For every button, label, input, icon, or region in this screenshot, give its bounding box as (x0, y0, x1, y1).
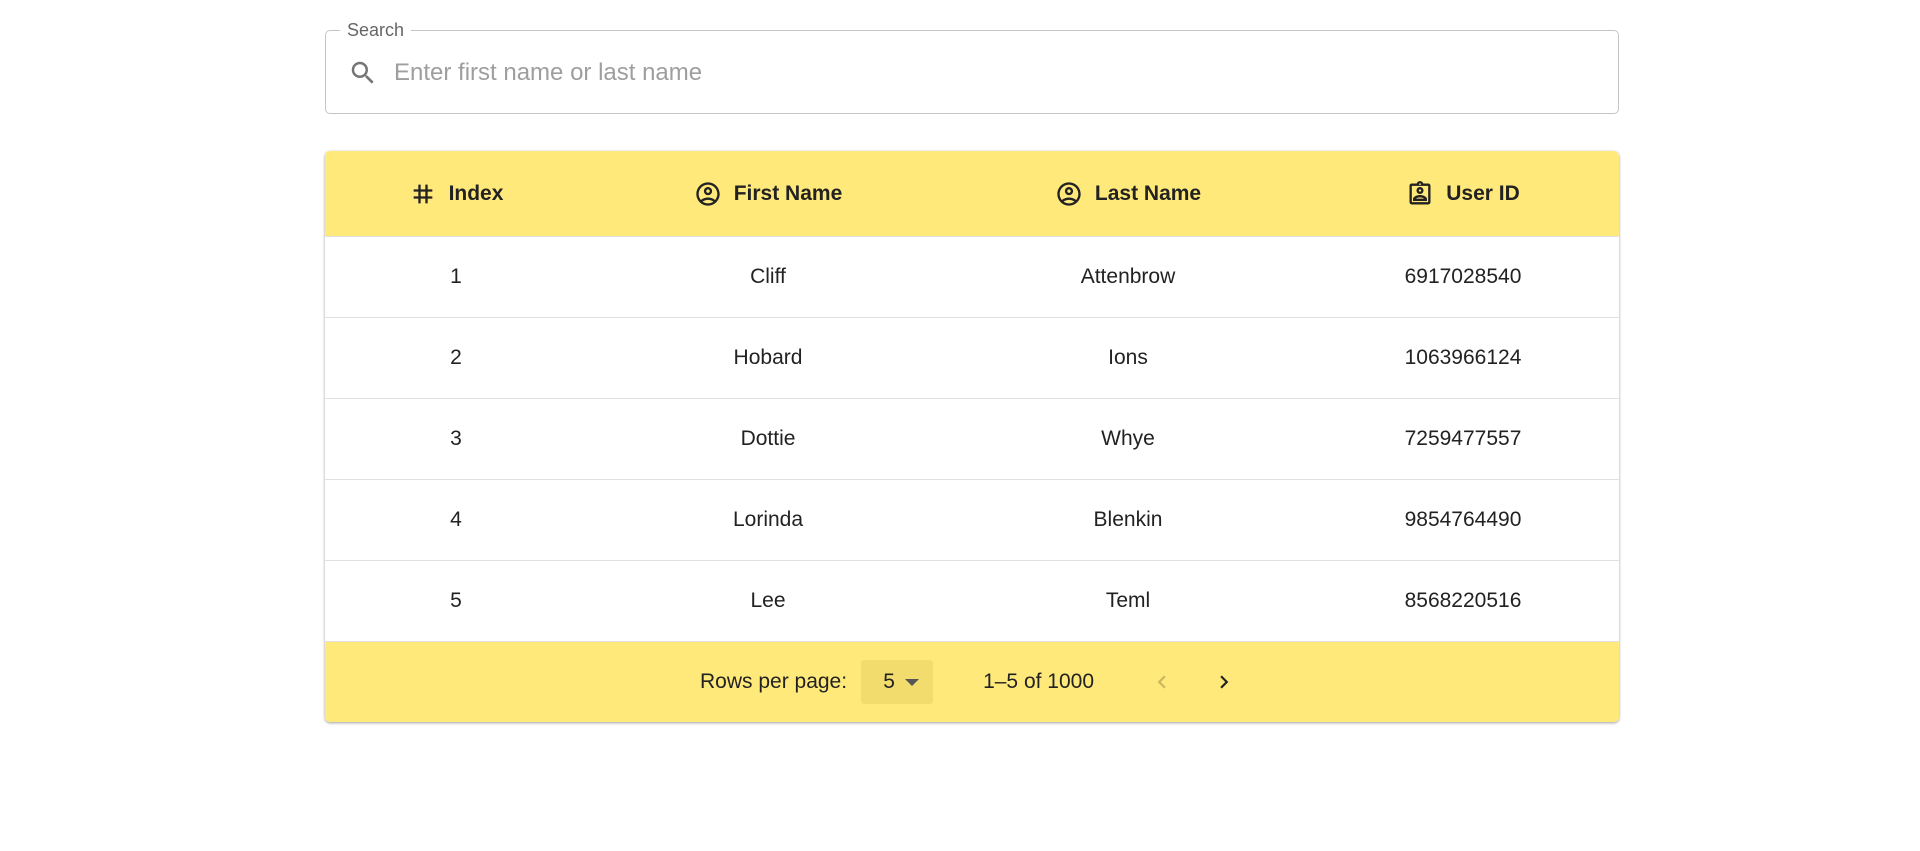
cell-index: 3 (450, 427, 462, 450)
column-header-index[interactable]: Index (325, 151, 587, 236)
pagination-range: 1–5 of 1000 (983, 670, 1095, 693)
table-row[interactable]: 3 Dottie Whye 7259477557 (325, 399, 1619, 480)
search-input[interactable] (394, 51, 1574, 95)
cell-index: 1 (450, 265, 462, 288)
id-badge-icon (1409, 180, 1431, 204)
page-container: Search Index First Name (325, 0, 1619, 722)
cell-user-id: 7259477557 (1404, 427, 1522, 450)
column-header-user-id[interactable]: User ID (1307, 151, 1619, 236)
cell-first-name: Lorinda (732, 508, 804, 531)
cell-last-name: Whye (1101, 427, 1155, 450)
column-header-label: First Name (733, 181, 843, 205)
table-row[interactable]: 5 Lee Teml 8568220516 (325, 561, 1619, 642)
table-row[interactable]: 4 Lorinda Blenkin 9854764490 (325, 480, 1619, 561)
rows-per-page-value: 5 (883, 670, 895, 693)
caret-down-icon (904, 678, 919, 686)
column-header-label: User ID (1446, 181, 1520, 205)
cell-first-name: Lee (750, 589, 786, 612)
search-label: Search (340, 20, 412, 40)
column-header-label: Index (448, 181, 504, 205)
account-circle-icon (696, 181, 720, 206)
table-row[interactable]: 1 Cliff Attenbrow 6917028540 (325, 237, 1619, 318)
account-circle-icon (1057, 181, 1081, 206)
previous-page-button[interactable] (1142, 662, 1182, 702)
cell-user-id: 6917028540 (1404, 265, 1522, 288)
table-header: Index First Name Last Name User ID (325, 151, 1619, 237)
cell-first-name: Hobard (733, 346, 803, 369)
cell-user-id: 1063966124 (1404, 346, 1522, 369)
table-row[interactable]: 2 Hobard Ions 1063966124 (325, 318, 1619, 399)
chevron-left-icon (1157, 675, 1166, 689)
rows-per-page-select[interactable]: 5 (861, 660, 934, 704)
column-header-label: Last Name (1094, 181, 1202, 205)
table-pagination: Rows per page: 5 1–5 of 1000 (325, 642, 1619, 722)
cell-index: 2 (450, 346, 462, 369)
search-field[interactable]: Search (325, 20, 1619, 114)
cell-first-name: Dottie (740, 427, 796, 450)
cell-first-name: Cliff (750, 265, 786, 288)
cell-user-id: 8568220516 (1404, 589, 1522, 612)
cell-last-name: Ions (1108, 346, 1148, 369)
cell-user-id: 9854764490 (1404, 508, 1522, 531)
rows-per-page-label: Rows per page: (699, 670, 848, 693)
chevron-right-icon (1220, 675, 1229, 689)
column-header-last-name[interactable]: Last Name (949, 151, 1307, 236)
column-header-first-name[interactable]: First Name (587, 151, 949, 236)
cell-last-name: Attenbrow (1080, 265, 1176, 288)
cell-index: 5 (450, 589, 462, 612)
users-table: Index First Name Last Name User ID 1 Cli… (325, 151, 1619, 722)
cell-last-name: Blenkin (1093, 508, 1163, 531)
search-icon (351, 61, 374, 84)
next-page-button[interactable] (1204, 662, 1244, 702)
cell-last-name: Teml (1105, 589, 1151, 612)
hash-icon (413, 184, 432, 203)
cell-index: 4 (450, 508, 462, 531)
